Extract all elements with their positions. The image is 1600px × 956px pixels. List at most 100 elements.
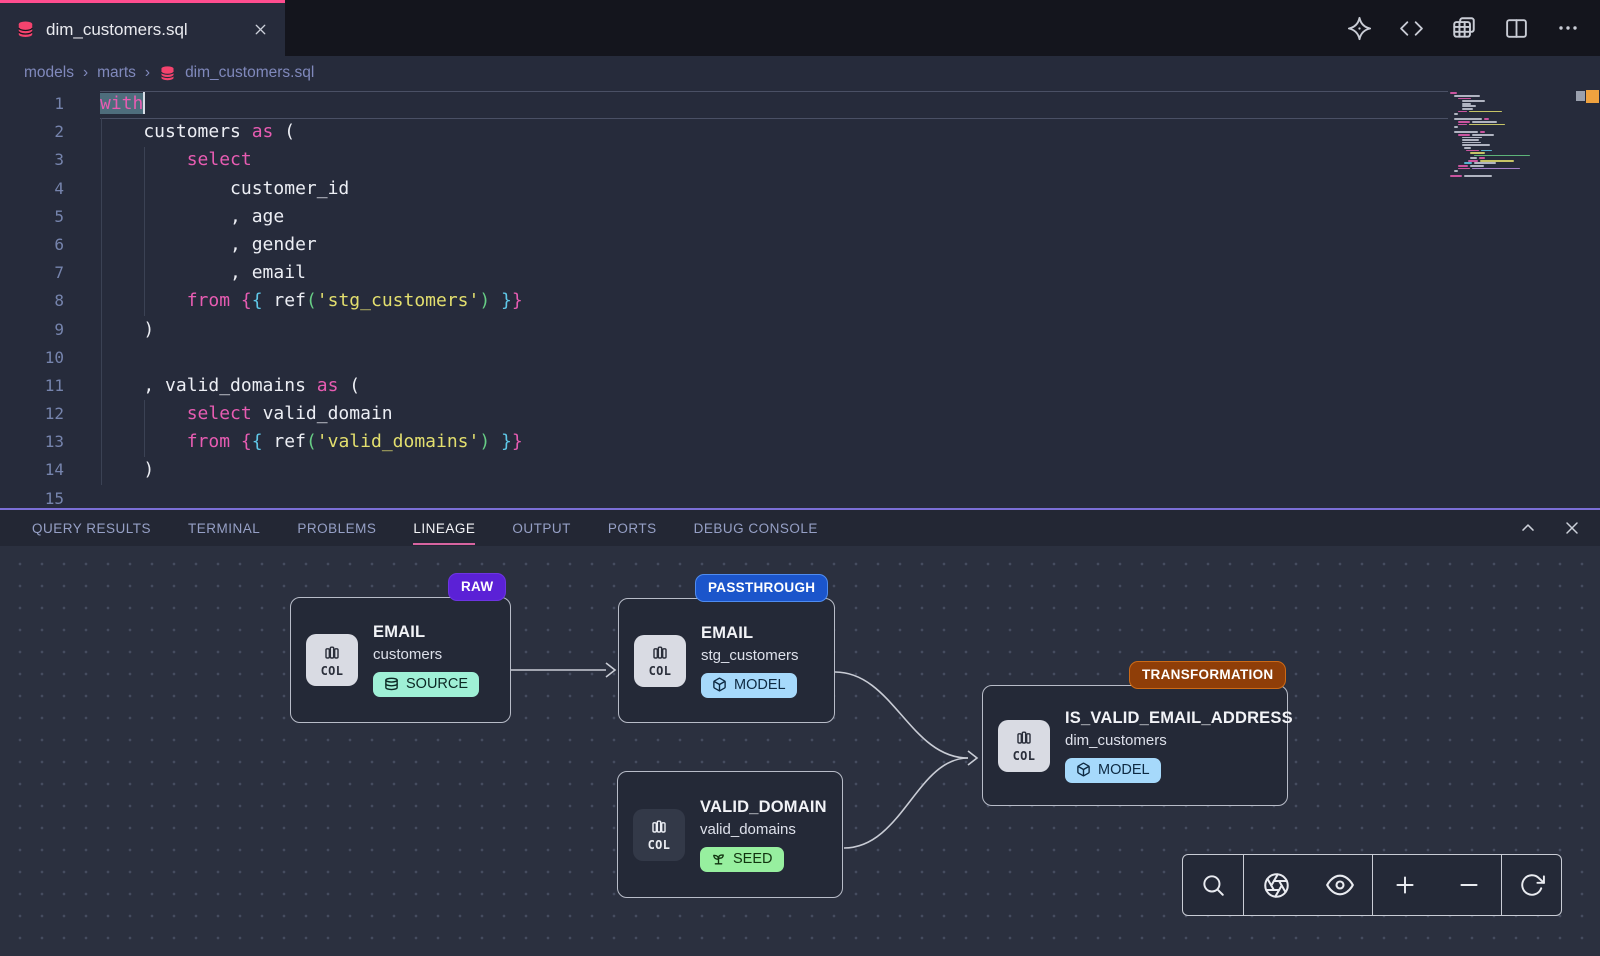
edge-arrowhead bbox=[606, 663, 615, 677]
code-line[interactable] bbox=[100, 344, 523, 372]
database-file-icon bbox=[159, 65, 176, 82]
copy-table-icon[interactable] bbox=[1451, 15, 1477, 41]
code-line[interactable]: ) bbox=[100, 316, 523, 344]
database-icon bbox=[384, 677, 399, 692]
lineage-tag-transformation: TRANSFORMATION bbox=[1129, 661, 1286, 689]
code-token: } bbox=[512, 431, 523, 452]
code-line[interactable] bbox=[100, 485, 523, 508]
editor-tab-bar: dim_customers.sql bbox=[0, 0, 1600, 56]
lineage-toolbar bbox=[1182, 854, 1562, 916]
code-token: { bbox=[252, 290, 263, 311]
code-line[interactable]: , valid_domains as ( bbox=[100, 372, 523, 400]
column-chip[interactable]: COL bbox=[998, 720, 1050, 772]
search-button[interactable] bbox=[1183, 855, 1243, 915]
lineage-node-stg_customers[interactable]: PASSTHROUGHCOLEMAILstg_customersMODEL bbox=[618, 598, 835, 723]
code-line[interactable]: , email bbox=[100, 259, 523, 287]
lens-mode-button[interactable] bbox=[1244, 855, 1308, 915]
lineage-canvas[interactable]: RAWCOLEMAILcustomersSOURCEPASSTHROUGHCOL… bbox=[0, 546, 1600, 956]
code-line[interactable]: from {{ ref('stg_customers') }} bbox=[100, 287, 523, 315]
chevron-up-icon[interactable] bbox=[1518, 518, 1538, 538]
zoom-out-button[interactable] bbox=[1437, 855, 1501, 915]
code-token: , age bbox=[100, 206, 284, 227]
tabbar-actions bbox=[1347, 0, 1580, 56]
code-line[interactable]: customers as ( bbox=[100, 118, 523, 146]
minimap-change-marker bbox=[1586, 90, 1599, 103]
panel-tab-ports[interactable]: PORTS bbox=[608, 510, 657, 546]
code-token: ) bbox=[100, 319, 154, 340]
close-panel-icon[interactable] bbox=[1562, 518, 1582, 538]
split-editor-icon[interactable] bbox=[1504, 16, 1529, 41]
zoom-in-button[interactable] bbox=[1373, 855, 1437, 915]
code-token: ( bbox=[306, 290, 317, 311]
panel-tab-output[interactable]: OUTPUT bbox=[512, 510, 571, 546]
code-token bbox=[100, 403, 187, 424]
resource-type-badge-seed: SEED bbox=[700, 847, 784, 872]
line-number[interactable]: 3 bbox=[0, 146, 64, 174]
line-number[interactable]: 9 bbox=[0, 316, 64, 344]
line-number[interactable]: 14 bbox=[0, 456, 64, 484]
panel-tab-terminal[interactable]: TERMINAL bbox=[188, 510, 260, 546]
node-model-name: valid_domains bbox=[700, 821, 827, 838]
minimap[interactable] bbox=[1450, 92, 1562, 178]
code-token: valid_domain bbox=[252, 403, 393, 424]
code-token: ) bbox=[479, 290, 490, 311]
panel-tab-debug-console[interactable]: DEBUG CONSOLE bbox=[694, 510, 818, 546]
edge-arrowhead bbox=[968, 751, 977, 765]
code-token: ) bbox=[479, 431, 490, 452]
column-chip[interactable]: COL bbox=[633, 809, 685, 861]
code-token bbox=[490, 290, 501, 311]
column-chip[interactable]: COL bbox=[306, 634, 358, 686]
code-content[interactable]: with customers as ( select customer_id ,… bbox=[100, 90, 523, 508]
box-icon bbox=[712, 677, 727, 692]
visibility-button[interactable] bbox=[1308, 855, 1372, 915]
code-icon[interactable] bbox=[1399, 16, 1424, 41]
lineage-tag-raw: RAW bbox=[448, 573, 506, 601]
breadcrumb-item-marts[interactable]: marts bbox=[97, 64, 136, 82]
code-line[interactable]: select valid_domain bbox=[100, 400, 523, 428]
refresh-icon bbox=[1519, 872, 1545, 898]
line-number[interactable]: 8 bbox=[0, 287, 64, 315]
code-line[interactable]: customer_id bbox=[100, 175, 523, 203]
scrollbar-slider[interactable] bbox=[1576, 91, 1585, 101]
code-token: , valid_domains bbox=[100, 375, 317, 396]
line-number[interactable]: 4 bbox=[0, 175, 64, 203]
line-number[interactable]: 10 bbox=[0, 344, 64, 372]
code-line[interactable]: ) bbox=[100, 456, 523, 484]
dbt-canvas-icon[interactable] bbox=[1347, 16, 1372, 41]
minimap-line bbox=[1450, 175, 1562, 178]
line-number[interactable]: 5 bbox=[0, 203, 64, 231]
badge-label: MODEL bbox=[1098, 762, 1150, 778]
code-editor[interactable]: 123456789101112131415 with customers as … bbox=[0, 90, 1600, 508]
code-token: from bbox=[187, 431, 230, 452]
code-line[interactable]: from {{ ref('valid_domains') }} bbox=[100, 428, 523, 456]
panel-tab-problems[interactable]: PROBLEMS bbox=[297, 510, 376, 546]
code-token: customer_id bbox=[100, 178, 349, 199]
code-line[interactable]: select bbox=[100, 146, 523, 174]
code-line[interactable]: with bbox=[100, 90, 523, 118]
line-number[interactable]: 1 bbox=[0, 90, 64, 118]
lineage-node-customers[interactable]: RAWCOLEMAILcustomersSOURCE bbox=[290, 597, 511, 723]
line-number[interactable]: 2 bbox=[0, 118, 64, 146]
tab-dim-customers[interactable]: dim_customers.sql bbox=[0, 0, 285, 56]
lineage-node-dim_customers[interactable]: TRANSFORMATIONCOLIS_VALID_EMAIL_ADDRESSd… bbox=[982, 685, 1288, 806]
refresh-button[interactable] bbox=[1502, 855, 1561, 915]
column-chip[interactable]: COL bbox=[634, 635, 686, 687]
more-actions-icon[interactable] bbox=[1556, 16, 1580, 40]
line-number[interactable]: 11 bbox=[0, 372, 64, 400]
node-column-name: EMAIL bbox=[373, 623, 479, 642]
panel-tab-lineage[interactable]: LINEAGE bbox=[413, 510, 475, 546]
panel-tab-query-results[interactable]: QUERY RESULTS bbox=[32, 510, 151, 546]
code-token: } bbox=[501, 290, 512, 311]
line-number[interactable]: 15 bbox=[0, 485, 64, 508]
code-line[interactable]: , age bbox=[100, 203, 523, 231]
breadcrumb-item-file[interactable]: dim_customers.sql bbox=[185, 64, 314, 82]
code-line[interactable]: , gender bbox=[100, 231, 523, 259]
line-number[interactable]: 6 bbox=[0, 231, 64, 259]
line-number[interactable]: 12 bbox=[0, 400, 64, 428]
lineage-node-valid_domains[interactable]: COLVALID_DOMAINvalid_domainsSEED bbox=[617, 771, 843, 898]
breadcrumb-item-models[interactable]: models bbox=[24, 64, 74, 82]
minus-icon bbox=[1456, 872, 1482, 898]
close-tab-icon[interactable] bbox=[252, 21, 269, 38]
line-number[interactable]: 13 bbox=[0, 428, 64, 456]
line-number[interactable]: 7 bbox=[0, 259, 64, 287]
